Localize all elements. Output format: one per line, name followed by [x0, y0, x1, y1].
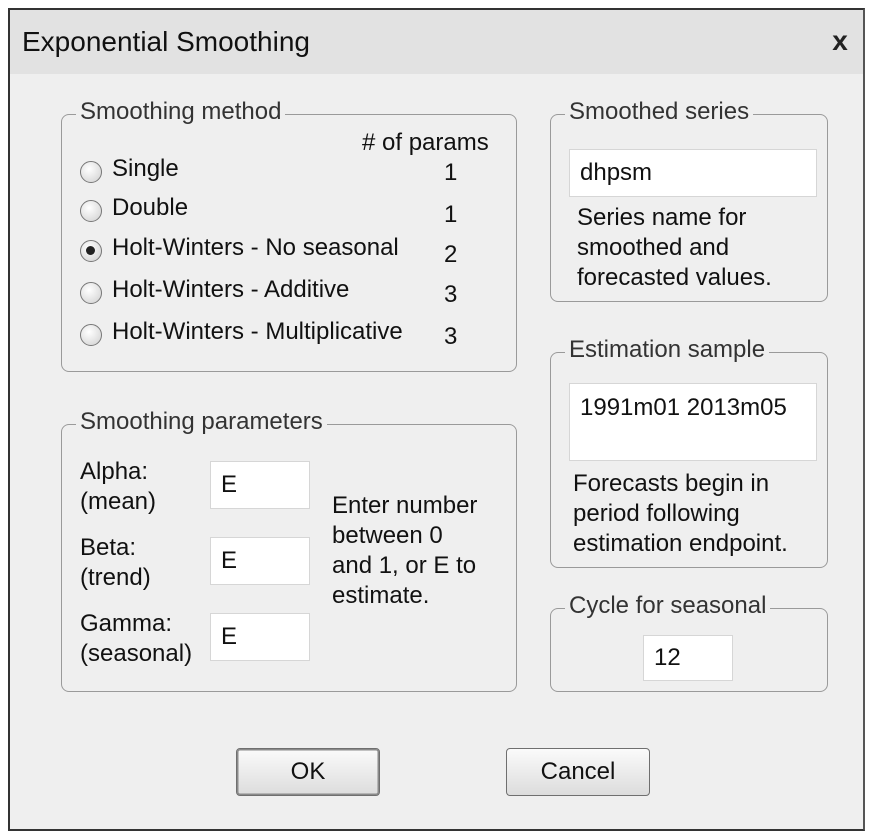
smoothing-method-legend: Smoothing method [76, 98, 286, 126]
dialog-title: Exponential Smoothing [22, 26, 310, 57]
title-bar[interactable]: Exponential Smoothing x [10, 10, 863, 74]
alpha-input[interactable] [210, 461, 310, 509]
cancel-button[interactable]: Cancel [506, 748, 650, 796]
method-label-hw-no-seasonal[interactable]: Holt-Winters - No seasonal [112, 234, 399, 262]
params-count-hw-additive: 3 [444, 281, 458, 308]
estimation-sample-legend: Estimation sample [565, 336, 770, 364]
params-count-hw-no-seasonal: 2 [444, 241, 458, 268]
radio-hw-no-seasonal[interactable] [80, 240, 102, 262]
gamma-input[interactable] [210, 613, 310, 661]
gamma-label: Gamma: (seasonal) [80, 610, 193, 667]
exponential-smoothing-dialog: Exponential Smoothing x Smoothing method… [8, 8, 865, 831]
radio-single[interactable] [80, 161, 102, 183]
cycle-for-seasonal-legend: Cycle for seasonal [565, 592, 771, 620]
beta-label: Beta: (trend) [80, 534, 151, 591]
method-label-hw-multiplicative[interactable]: Holt-Winters - Multiplicative [112, 318, 403, 346]
params-count-double: 1 [444, 201, 458, 228]
params-column-header: # of params [362, 129, 489, 156]
params-count-single: 1 [444, 159, 458, 186]
beta-input[interactable] [210, 537, 310, 585]
cycle-input[interactable] [643, 635, 733, 681]
radio-hw-multiplicative[interactable] [80, 324, 102, 346]
radio-hw-additive[interactable] [80, 282, 102, 304]
smoothed-series-help: Series name for smoothed and forecasted … [577, 204, 772, 291]
smoothed-series-legend: Smoothed series [565, 98, 754, 126]
params-count-hw-multiplicative: 3 [444, 323, 458, 350]
method-label-hw-additive[interactable]: Holt-Winters - Additive [112, 276, 349, 304]
smoothing-parameters-group: Smoothing parameters Alpha: (mean) Beta:… [61, 408, 517, 692]
estimation-sample-input[interactable]: 1991m01 2013m05 [569, 383, 817, 461]
radio-double[interactable] [80, 200, 102, 222]
cycle-for-seasonal-group: Cycle for seasonal [550, 592, 828, 692]
parameters-help-text: Enter number between 0 and 1, or E to es… [332, 492, 478, 609]
smoothed-series-input[interactable] [569, 149, 817, 197]
method-label-double[interactable]: Double [112, 194, 188, 222]
estimation-sample-group: Estimation sample 1991m01 2013m05 Foreca… [550, 336, 828, 568]
smoothing-parameters-legend: Smoothing parameters [76, 408, 327, 436]
close-icon[interactable]: x [823, 24, 857, 58]
smoothed-series-group: Smoothed series Series name for smoothed… [550, 98, 828, 302]
smoothing-method-group: Smoothing method # of params Single 1 Do… [61, 98, 517, 372]
alpha-label: Alpha: (mean) [80, 458, 157, 515]
estimation-sample-help: Forecasts begin in period following esti… [573, 470, 788, 557]
method-label-single[interactable]: Single [112, 155, 179, 183]
ok-button[interactable]: OK [236, 748, 380, 796]
